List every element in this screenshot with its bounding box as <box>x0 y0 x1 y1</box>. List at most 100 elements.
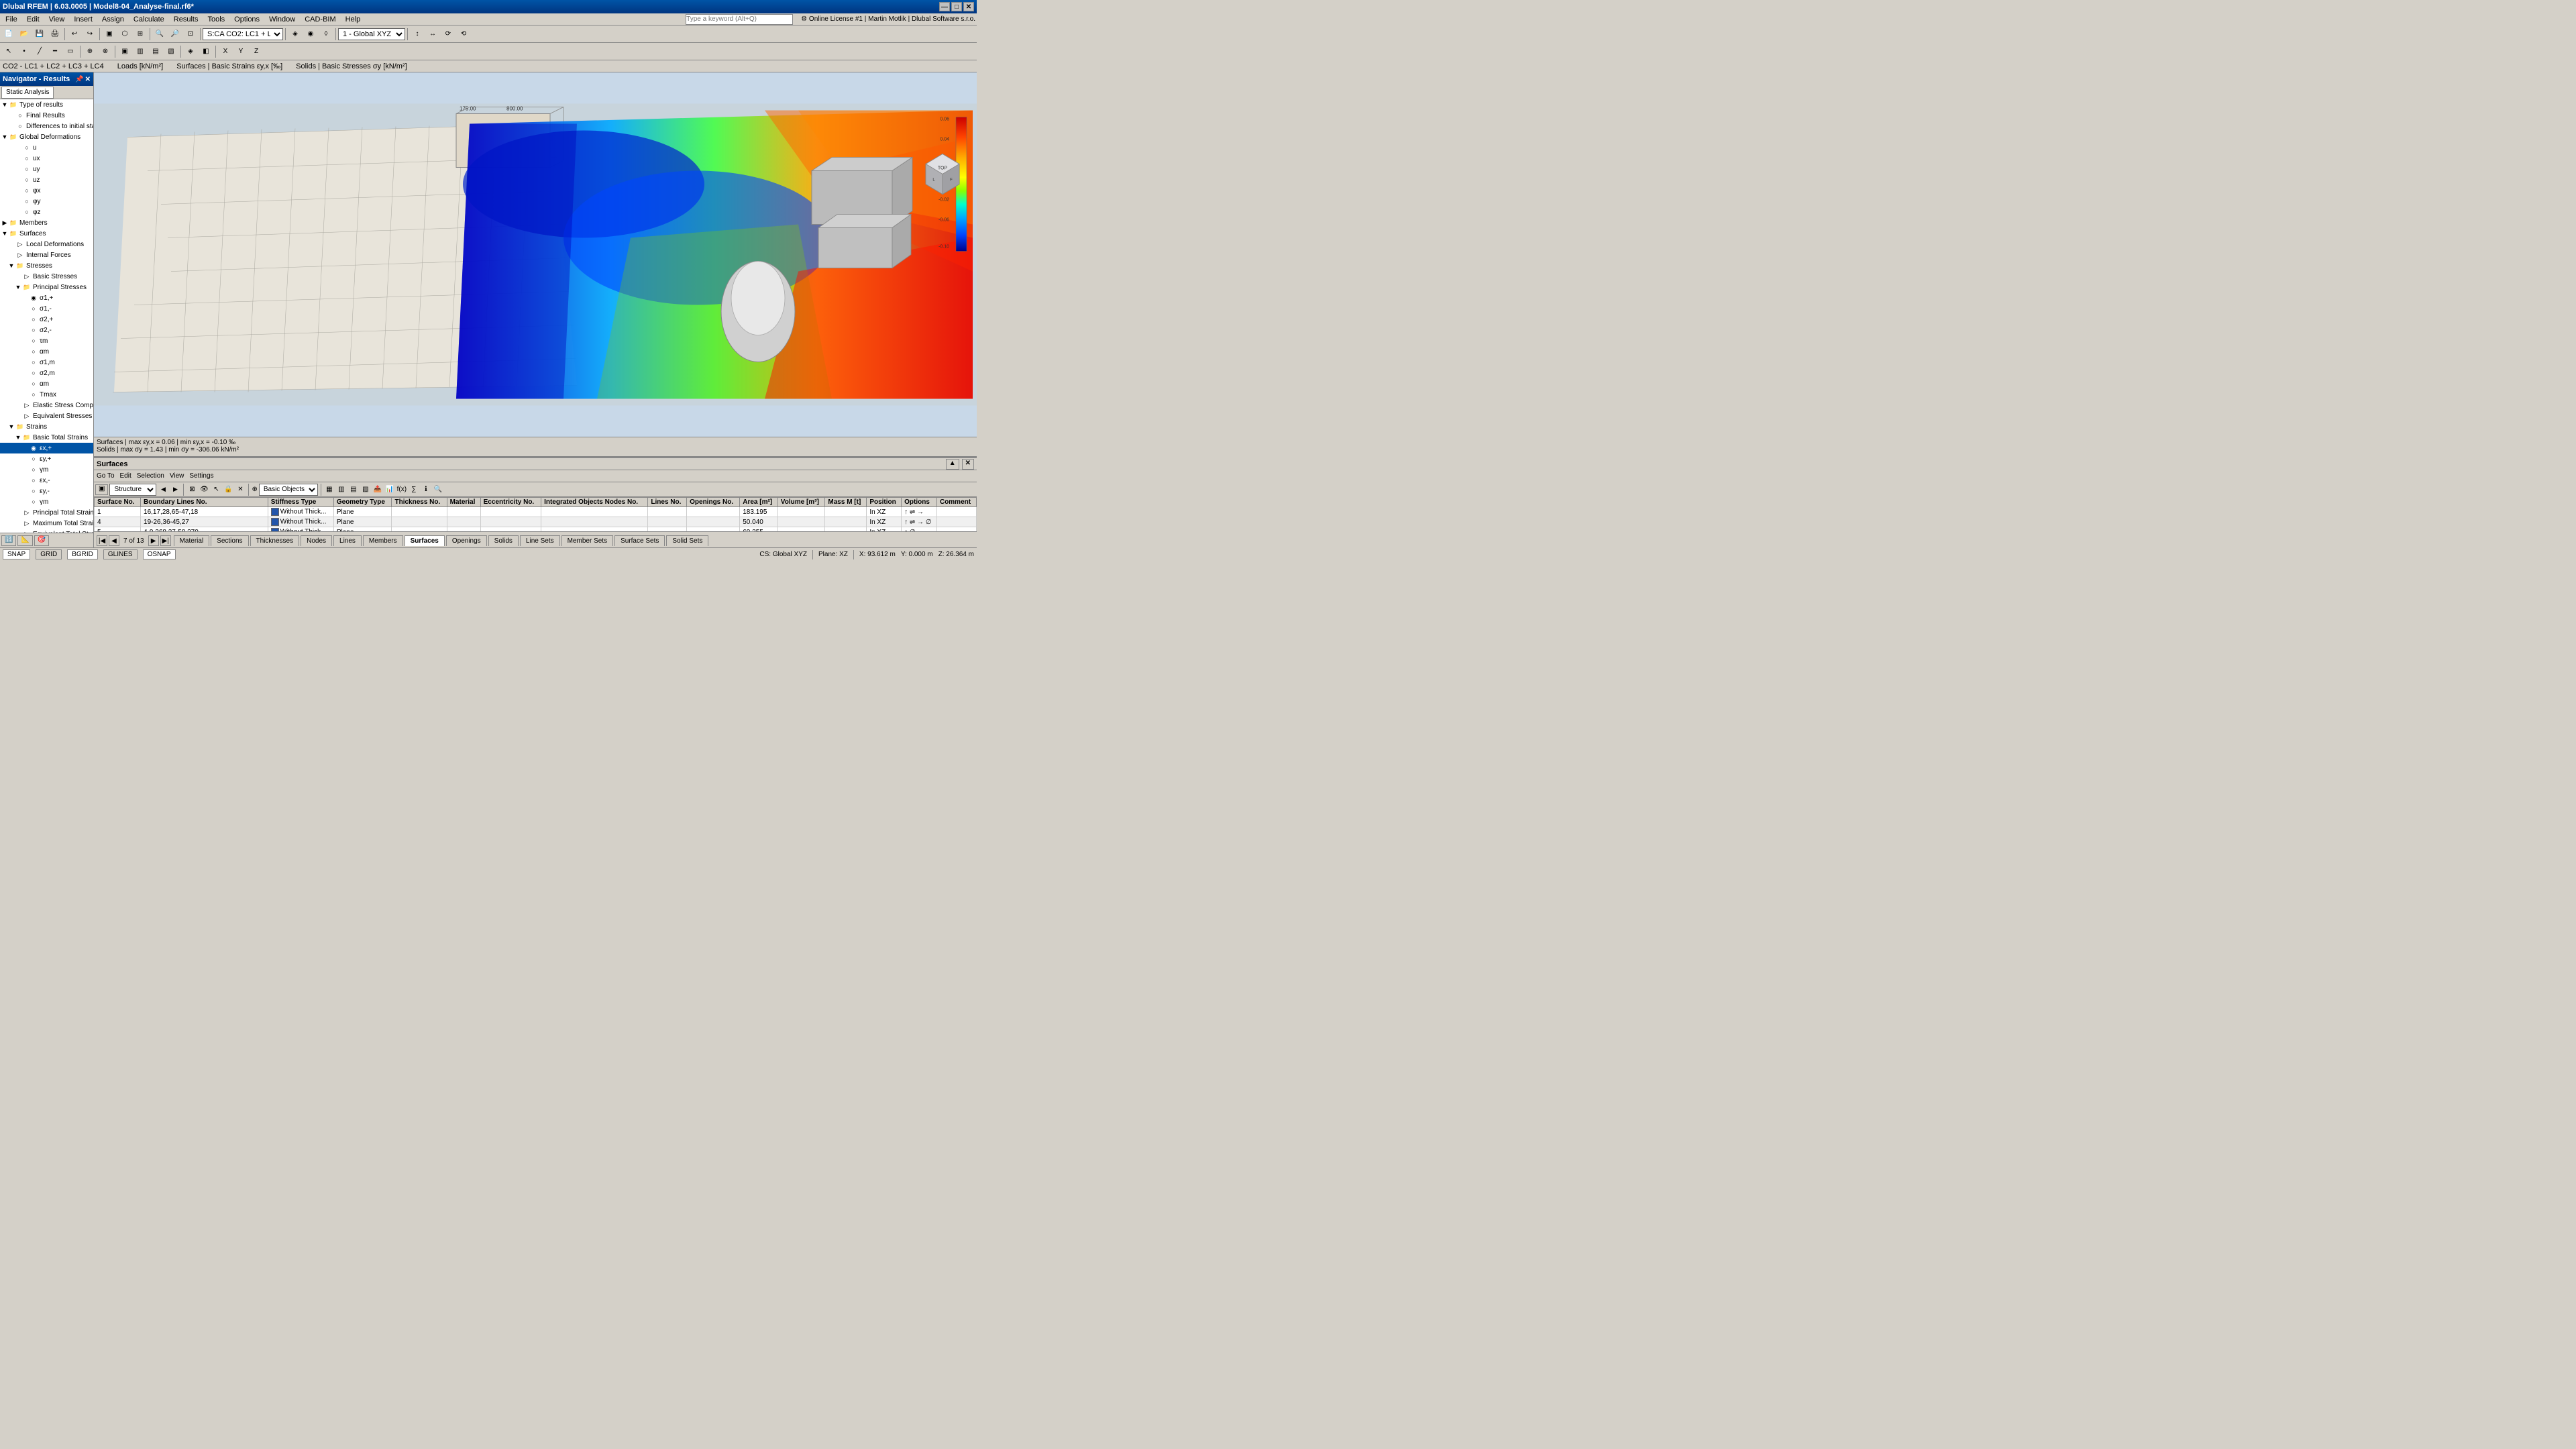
tree-epsilon-y-minus[interactable]: ○ εy,- <box>0 486 93 496</box>
tb2-display2[interactable]: ◧ <box>199 44 213 59</box>
tb2-result2[interactable]: ▥ <box>133 44 148 59</box>
glines-btn[interactable]: GLINES <box>103 549 138 559</box>
menu-edit[interactable]: Edit <box>120 472 131 480</box>
tb-view2[interactable]: ⬡ <box>117 27 132 42</box>
tb2-line[interactable]: ╱ <box>32 44 47 59</box>
tb-open[interactable]: 📂 <box>17 27 32 42</box>
tb-view3[interactable]: ⊞ <box>133 27 148 42</box>
tb-render2[interactable]: ◉ <box>303 27 318 42</box>
tb-more4[interactable]: ⟲ <box>456 27 471 42</box>
select-btn[interactable]: ↖ <box>211 484 221 495</box>
tb-save[interactable]: 💾 <box>32 27 47 42</box>
axis-combo[interactable]: 1 - Global XYZ <box>338 28 405 40</box>
page-last[interactable]: ▶| <box>160 535 171 546</box>
tb2-snap1[interactable]: ⊕ <box>83 44 97 59</box>
close-button[interactable]: ✕ <box>963 2 974 11</box>
tree-epsilon-x-plus[interactable]: ◉ εx,+ <box>0 443 93 453</box>
view-combo[interactable]: S:CA CO2: LC1 + LC2 + LC3 + LC4 <box>203 28 283 40</box>
tb2-axis2[interactable]: Y <box>233 44 248 59</box>
menu-goto[interactable]: Go To <box>97 472 115 480</box>
table-btn3[interactable]: ▤ <box>348 484 359 495</box>
tree-global-deform[interactable]: ▼ 📁 Global Deformations <box>0 131 93 142</box>
tree-surfaces[interactable]: ▼ 📁 Surfaces <box>0 228 93 239</box>
struct-next[interactable]: ▶ <box>170 484 180 495</box>
tb2-result4[interactable]: ▧ <box>164 44 178 59</box>
tree-members[interactable]: ▶ 📁 Members <box>0 217 93 228</box>
navigator-controls[interactable]: 📌 ✕ <box>75 76 91 83</box>
menu-view[interactable]: View <box>170 472 184 480</box>
bgrid-btn[interactable]: BGRID <box>67 549 98 559</box>
tree-principal-stresses[interactable]: ▼ 📁 Principal Stresses <box>0 282 93 292</box>
menu-cad-bim[interactable]: CAD-BIM <box>301 15 339 24</box>
tree-strains[interactable]: ▼ 📁 Strains <box>0 421 93 432</box>
tree-epsilon-y-plus[interactable]: ○ εy,+ <box>0 453 93 464</box>
formula-btn[interactable]: f(x) <box>396 484 407 495</box>
nav-pin[interactable]: 📌 <box>75 76 83 83</box>
expand-icon[interactable]: ▼ <box>8 262 15 269</box>
tree-local-deform[interactable]: ▷ Local Deformations <box>0 239 93 250</box>
tb2-surface[interactable]: ▭ <box>63 44 78 59</box>
snap-btn[interactable]: SNAP <box>3 549 30 559</box>
tb2-display1[interactable]: ◈ <box>183 44 198 59</box>
bottom-tab-nodes[interactable]: Nodes <box>301 535 332 546</box>
surfaces-close[interactable]: ✕ <box>962 459 974 470</box>
bottom-tab-surfaces[interactable]: Surfaces <box>405 535 445 546</box>
tb2-member[interactable]: ━ <box>48 44 62 59</box>
tree-u[interactable]: ○ u <box>0 142 93 153</box>
page-first[interactable]: |◀ <box>97 535 107 546</box>
tb-view1[interactable]: ▣ <box>102 27 117 42</box>
nav-btn1[interactable]: 🔢 <box>1 535 16 546</box>
expand-icon[interactable]: ▼ <box>8 423 15 430</box>
keyword-search[interactable] <box>686 14 793 25</box>
tree-equiv-stresses[interactable]: ▷ Equivalent Stresses <box>0 411 93 421</box>
tb-redo[interactable]: ↪ <box>83 27 97 42</box>
tree-tmax[interactable]: ○ Tmax <box>0 389 93 400</box>
osnap-btn[interactable]: OSNAP <box>143 549 176 559</box>
calc-btn[interactable]: ∑ <box>409 484 419 495</box>
tree-sigma2plus[interactable]: ○ σ2,+ <box>0 314 93 325</box>
bottom-tab-material[interactable]: Material <box>174 535 210 546</box>
table-btn1[interactable]: ▦ <box>324 484 335 495</box>
tb-more2[interactable]: ↔ <box>425 27 440 42</box>
tb-zoom-fit[interactable]: ⊡ <box>183 27 198 42</box>
tb2-select[interactable]: ↖ <box>1 44 16 59</box>
menu-insert[interactable]: Insert <box>70 15 97 24</box>
tb-undo[interactable]: ↩ <box>67 27 82 42</box>
tree-sigma1plus[interactable]: ◉ σ1,+ <box>0 292 93 303</box>
tree-epsilon-x-minus[interactable]: ○ εx,- <box>0 475 93 486</box>
struct-prev[interactable]: ◀ <box>158 484 168 495</box>
expand-icon[interactable]: ▶ <box>1 219 8 226</box>
tree-gamma-m[interactable]: ○ γm <box>0 464 93 475</box>
bottom-tab-thicknesses[interactable]: Thicknesses <box>250 535 300 546</box>
expand-icon[interactable]: ▼ <box>1 133 8 140</box>
tb-zoom-out[interactable]: 🔎 <box>168 27 182 42</box>
tb2-axis1[interactable]: X <box>218 44 233 59</box>
window-controls[interactable]: — □ ✕ <box>939 2 974 11</box>
tree-phiy[interactable]: ○ φy <box>0 196 93 207</box>
menu-edit[interactable]: Edit <box>23 15 44 24</box>
bottom-tab-lines[interactable]: Lines <box>333 535 362 546</box>
delete-btn[interactable]: ✕ <box>235 484 246 495</box>
tree-diff-initial[interactable]: ○ Differences to initial state <box>0 121 93 131</box>
tree-gamma-m2[interactable]: ○ γm <box>0 496 93 507</box>
tb2-axis3[interactable]: Z <box>249 44 264 59</box>
bottom-tab-members[interactable]: Members <box>363 535 403 546</box>
tree-stresses[interactable]: ▼ 📁 Stresses <box>0 260 93 271</box>
tb2-snap2[interactable]: ⊗ <box>98 44 113 59</box>
search-btn[interactable]: 🔍 <box>433 484 443 495</box>
bottom-tab-sections[interactable]: Sections <box>211 535 248 546</box>
model-viewport[interactable]: 175.00 800.00 <box>94 72 977 437</box>
tb-more3[interactable]: ⟳ <box>441 27 455 42</box>
tree-sigma2minus[interactable]: ○ σ2,- <box>0 325 93 335</box>
visible-btn[interactable]: 👁 <box>199 484 209 495</box>
tree-alpha-m[interactable]: ○ αm <box>0 346 93 357</box>
bottom-tab-solids[interactable]: Solids <box>488 535 519 546</box>
menu-selection[interactable]: Selection <box>137 472 164 480</box>
tb-zoom-in[interactable]: 🔍 <box>152 27 167 42</box>
nav-btn2[interactable]: 📐 <box>17 535 32 546</box>
tb-new[interactable]: 📄 <box>1 27 16 42</box>
bottom-tab-member-sets[interactable]: Member Sets <box>561 535 613 546</box>
menu-help[interactable]: Help <box>341 15 365 24</box>
nav-tab-static[interactable]: Static Analysis <box>1 87 54 99</box>
tree-uz[interactable]: ○ uz <box>0 174 93 185</box>
